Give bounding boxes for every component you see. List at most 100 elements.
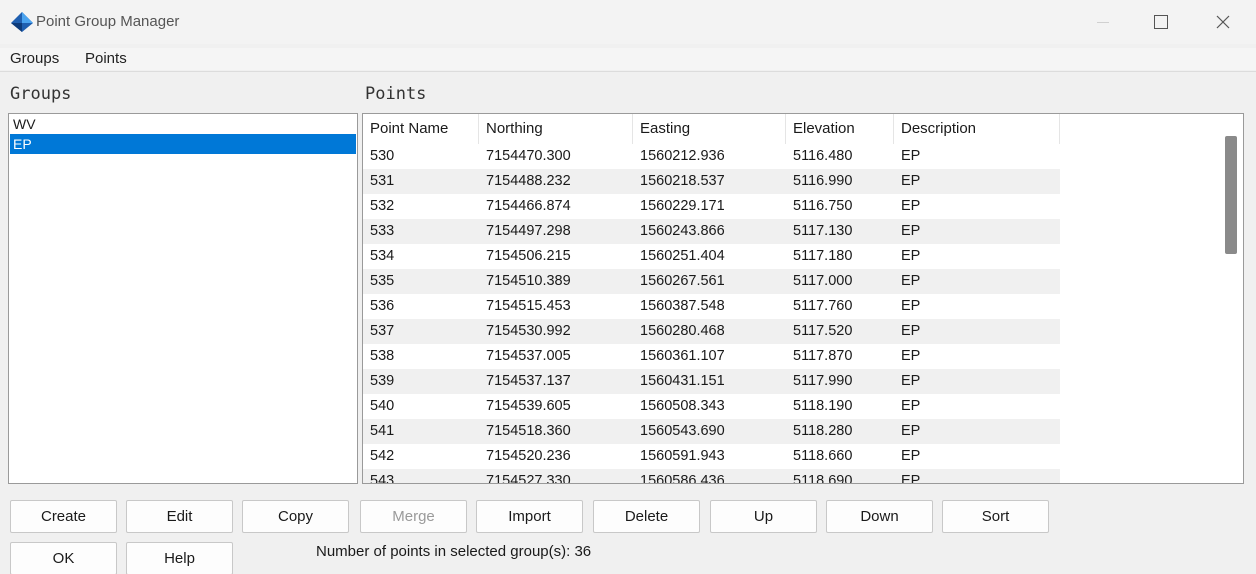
table-cell: 1560586.436 [640, 473, 725, 484]
table-cell: 539 [370, 373, 395, 389]
table-row[interactable]: 536 7154515.453 1560387.548 5117.760 EP [363, 294, 1060, 319]
merge-button[interactable]: Merge [360, 500, 467, 533]
up-button[interactable]: Up [710, 500, 817, 533]
grid-header: Point Name Northing Easting Elevation De… [363, 114, 1060, 144]
table-cell: 7154530.992 [486, 323, 571, 339]
table-cell: 1560212.936 [640, 148, 725, 164]
copy-button[interactable]: Copy [242, 500, 349, 533]
table-cell: EP [901, 248, 921, 264]
delete-button[interactable]: Delete [593, 500, 700, 533]
table-row[interactable]: 532 7154466.874 1560229.171 5116.750 EP [363, 194, 1060, 219]
menu-bar: Groups Points [0, 48, 1256, 70]
table-cell: 5118.190 [793, 398, 853, 414]
group-item-ep[interactable]: EP [10, 134, 356, 154]
table-row[interactable]: 535 7154510.389 1560267.561 5117.000 EP [363, 269, 1060, 294]
table-cell: 5117.180 [793, 248, 853, 264]
table-cell: 536 [370, 298, 395, 314]
table-cell: EP [901, 273, 921, 289]
table-cell: 7154466.874 [486, 198, 571, 214]
table-cell: EP [901, 448, 921, 464]
table-cell: 538 [370, 348, 395, 364]
help-button[interactable]: Help [126, 542, 233, 574]
table-cell: 1560229.171 [640, 198, 725, 214]
groups-heading: Groups [10, 84, 72, 104]
table-cell: 5118.660 [793, 448, 853, 464]
table-cell: 543 [370, 473, 395, 484]
table-cell: 5117.520 [793, 323, 853, 339]
column-header-point-name[interactable]: Point Name [363, 114, 479, 144]
table-cell: EP [901, 473, 921, 484]
table-cell: 534 [370, 248, 395, 264]
table-cell: EP [901, 198, 921, 214]
table-cell: 1560267.561 [640, 273, 725, 289]
table-cell: 7154488.232 [486, 173, 571, 189]
table-row[interactable]: 543 7154527.330 1560586.436 5118.690 EP [363, 469, 1060, 484]
table-row[interactable]: 538 7154537.005 1560361.107 5117.870 EP [363, 344, 1060, 369]
column-header-northing[interactable]: Northing [479, 114, 633, 144]
table-cell: 7154537.005 [486, 348, 571, 364]
scrollbar-thumb[interactable] [1225, 136, 1237, 254]
minimize-icon [1097, 21, 1109, 23]
table-cell: 7154515.453 [486, 298, 571, 314]
maximize-icon [1154, 15, 1168, 29]
create-button[interactable]: Create [10, 500, 117, 533]
table-row[interactable]: 541 7154518.360 1560543.690 5118.280 EP [363, 419, 1060, 444]
civil3d-app-icon [11, 12, 33, 32]
down-button[interactable]: Down [826, 500, 933, 533]
table-cell: EP [901, 148, 921, 164]
table-row[interactable]: 542 7154520.236 1560591.943 5118.660 EP [363, 444, 1060, 469]
window-title: Point Group Manager [36, 13, 180, 30]
ok-button[interactable]: OK [10, 542, 117, 574]
table-row[interactable]: 539 7154537.137 1560431.151 5117.990 EP [363, 369, 1060, 394]
table-cell: 5117.870 [793, 348, 853, 364]
menu-groups[interactable]: Groups [10, 50, 59, 67]
table-cell: 1560543.690 [640, 423, 725, 439]
table-cell: 532 [370, 198, 395, 214]
column-header-description[interactable]: Description [894, 114, 1060, 144]
table-cell: 537 [370, 323, 395, 339]
table-row[interactable]: 540 7154539.605 1560508.343 5118.190 EP [363, 394, 1060, 419]
table-cell: EP [901, 298, 921, 314]
menu-divider [0, 71, 1256, 72]
table-cell: 1560251.404 [640, 248, 725, 264]
groups-list[interactable]: WV EP [8, 113, 358, 484]
table-cell: EP [901, 173, 921, 189]
table-cell: 7154470.300 [486, 148, 571, 164]
close-button[interactable] [1200, 0, 1246, 44]
table-cell: 541 [370, 423, 395, 439]
table-row[interactable]: 531 7154488.232 1560218.537 5116.990 EP [363, 169, 1060, 194]
column-header-easting[interactable]: Easting [633, 114, 786, 144]
table-cell: 1560361.107 [640, 348, 725, 364]
table-cell: 540 [370, 398, 395, 414]
table-cell: 531 [370, 173, 395, 189]
column-header-elevation[interactable]: Elevation [786, 114, 894, 144]
points-heading: Points [365, 84, 427, 104]
table-cell: 5117.760 [793, 298, 853, 314]
table-cell: 1560280.468 [640, 323, 725, 339]
points-grid[interactable]: Point Name Northing Easting Elevation De… [362, 113, 1244, 484]
table-row[interactable]: 534 7154506.215 1560251.404 5117.180 EP [363, 244, 1060, 269]
group-item-wv[interactable]: WV [10, 114, 356, 134]
table-cell: 7154518.360 [486, 423, 571, 439]
points-count-status: Number of points in selected group(s): 3… [316, 543, 592, 560]
import-button[interactable]: Import [476, 500, 583, 533]
maximize-button[interactable] [1138, 0, 1184, 44]
minimize-button[interactable] [1080, 0, 1126, 44]
table-row[interactable]: 533 7154497.298 1560243.866 5117.130 EP [363, 219, 1060, 244]
table-cell: 542 [370, 448, 395, 464]
table-cell: EP [901, 423, 921, 439]
table-cell: 5118.690 [793, 473, 853, 484]
vertical-scrollbar[interactable] [1219, 114, 1243, 483]
table-row[interactable]: 537 7154530.992 1560280.468 5117.520 EP [363, 319, 1060, 344]
menu-points[interactable]: Points [85, 50, 127, 67]
title-bar: Point Group Manager [0, 0, 1256, 44]
table-row[interactable]: 530 7154470.300 1560212.936 5116.480 EP [363, 144, 1060, 169]
sort-button[interactable]: Sort [942, 500, 1049, 533]
table-cell: 5116.990 [793, 173, 853, 189]
table-cell: 7154537.137 [486, 373, 571, 389]
table-cell: 5118.280 [793, 423, 853, 439]
table-cell: 7154527.330 [486, 473, 571, 484]
edit-button[interactable]: Edit [126, 500, 233, 533]
table-cell: 1560508.343 [640, 398, 725, 414]
table-cell: 7154539.605 [486, 398, 571, 414]
